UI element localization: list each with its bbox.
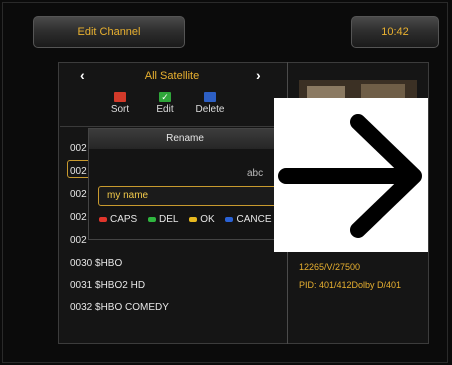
ok-hint[interactable]: OK — [189, 214, 215, 225]
channel-row[interactable]: 002 — [70, 166, 87, 177]
red-key-icon — [114, 92, 126, 102]
delete-label: Delete — [195, 104, 225, 115]
rename-dialog: Rename abc my name CAPS DEL OK CANCE — [88, 128, 298, 240]
divider — [60, 126, 286, 127]
satellite-title: All Satellite — [144, 70, 200, 82]
delete-button[interactable]: Delete — [190, 92, 230, 115]
sort-button[interactable]: Sort — [100, 92, 140, 115]
sort-label: Sort — [110, 104, 130, 115]
cancel-hint[interactable]: CANCE — [225, 214, 272, 225]
caps-hint[interactable]: CAPS — [99, 214, 137, 225]
edit-button[interactable]: ✓ Edit — [145, 92, 185, 115]
channel-row[interactable]: 002 — [70, 235, 87, 246]
cancel-label: CANCE — [236, 214, 272, 225]
channel-row[interactable]: 0030 $HBO — [70, 258, 122, 269]
arrow-overlay — [274, 98, 428, 252]
edit-label: Edit — [156, 104, 174, 115]
green-key-icon — [148, 216, 157, 222]
input-mode: abc — [247, 168, 264, 179]
channel-row[interactable]: 0031 $HBO2 HD — [70, 280, 145, 291]
edit-channel-title: Edit Channel — [33, 16, 185, 48]
chevron-right-icon[interactable]: › — [256, 67, 261, 83]
transponder-info: 12265/V/27500 — [299, 262, 361, 272]
title-label: Edit Channel — [77, 26, 141, 38]
red-key-icon — [99, 216, 107, 222]
clock-label: 10:42 — [381, 26, 409, 38]
green-check-icon: ✓ — [159, 92, 171, 102]
del-label: DEL — [159, 214, 179, 225]
satellite-selector[interactable]: ‹ All Satellite › — [60, 66, 284, 88]
rename-input[interactable]: my name — [98, 186, 298, 206]
yellow-key-icon — [189, 216, 198, 222]
channel-row[interactable]: 0032 $HBO COMEDY — [70, 302, 169, 313]
clock: 10:42 — [351, 16, 439, 48]
channel-row[interactable]: 002 — [70, 212, 87, 223]
blue-key-icon — [225, 216, 234, 222]
rename-title: Rename — [89, 129, 281, 149]
caps-label: CAPS — [110, 214, 138, 225]
ok-label: OK — [200, 214, 215, 225]
blue-key-icon — [204, 92, 216, 102]
del-hint[interactable]: DEL — [148, 214, 178, 225]
channel-row[interactable]: 002 — [70, 143, 87, 154]
rename-input-value: my name — [107, 190, 149, 201]
channel-row[interactable]: 002 — [70, 189, 87, 200]
arrow-right-icon — [278, 114, 422, 238]
pid-info: PID: 401/412Dolby D/401 — [299, 280, 402, 290]
